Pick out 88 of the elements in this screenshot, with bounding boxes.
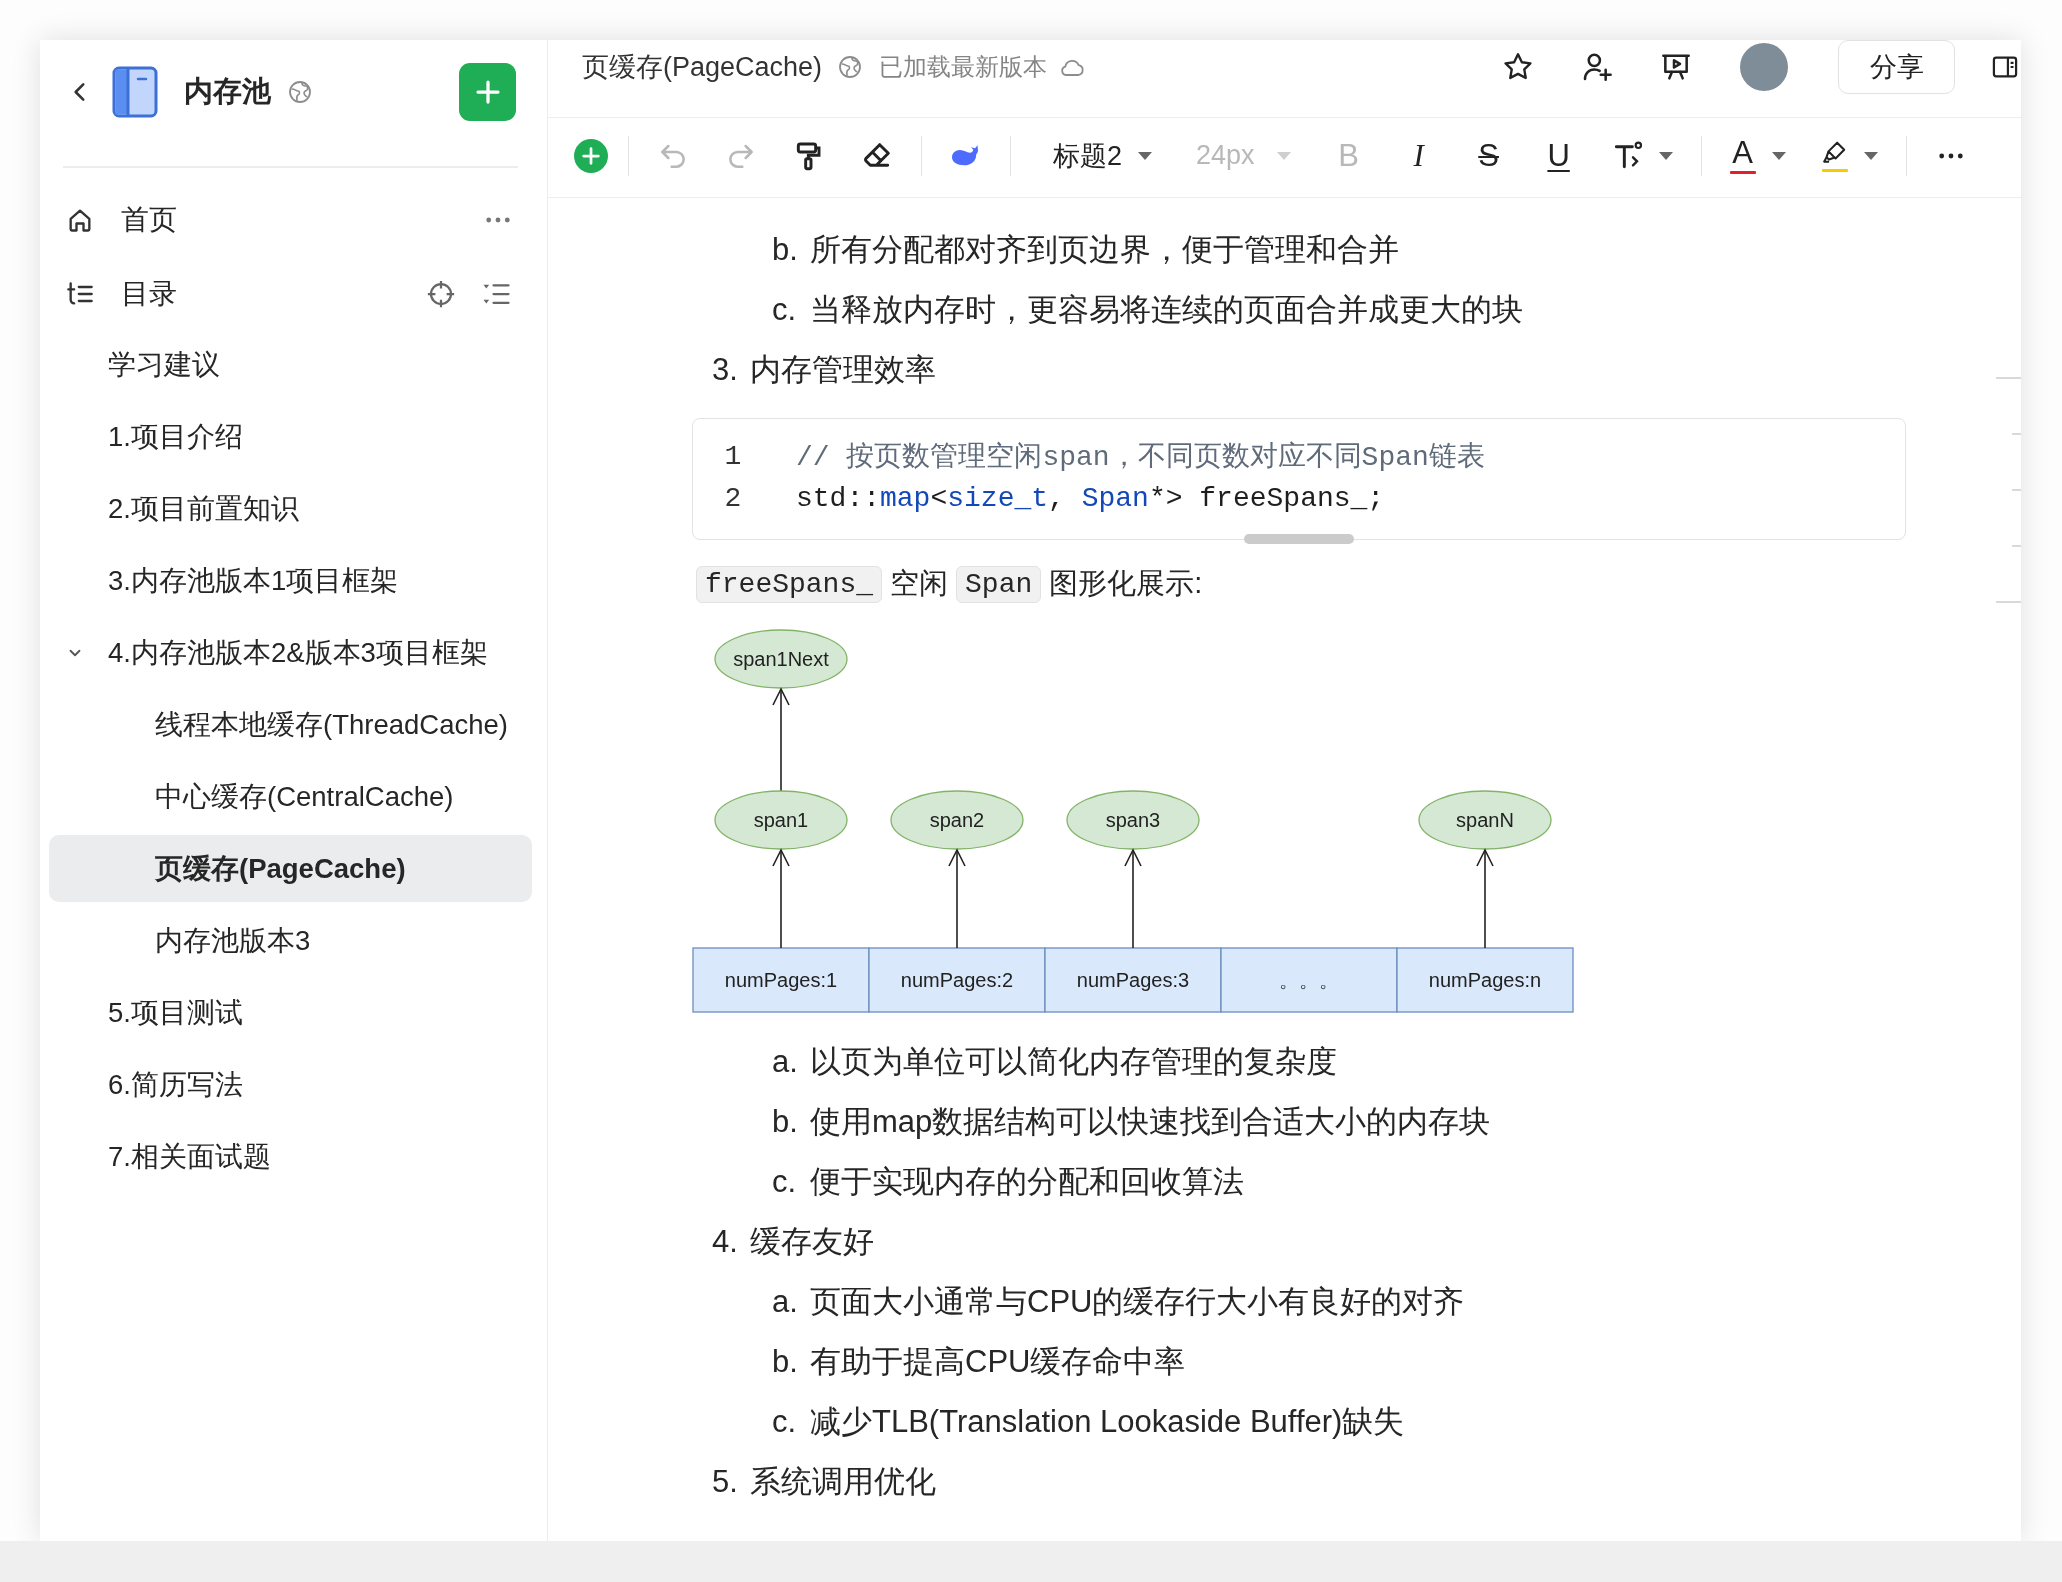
list-marker: 4. — [712, 1224, 739, 1260]
notebook-title: 内存池 — [184, 74, 271, 109]
caret-icon[interactable] — [1863, 151, 1878, 160]
color-swatch-icon[interactable] — [1729, 171, 1756, 174]
list-marker: 3. — [712, 352, 739, 388]
caret-icon[interactable] — [1658, 151, 1673, 160]
toc-item[interactable]: 2.项目前置知识 — [49, 475, 532, 542]
paragraph-text: 空闲 — [890, 566, 949, 601]
contents-link[interactable]: 目录 — [121, 275, 177, 312]
inline-code: freeSpans_ — [696, 565, 883, 603]
list-item-text: 使用map数据结构可以快速找到合适大小的内存块 — [810, 1103, 1491, 1141]
outline-marker[interactable] — [2012, 545, 2021, 547]
toc-item[interactable]: 内存池版本3 — [49, 907, 532, 974]
scrollbar-thumb[interactable] — [1244, 534, 1354, 544]
toc-item[interactable]: 学习建议 — [49, 331, 532, 398]
list-item-text: 所有分配都对齐到页边界，便于管理和合并 — [810, 231, 1399, 269]
font-color-dropdown[interactable]: A — [1721, 130, 1794, 181]
list-marker: a. — [772, 1284, 799, 1320]
plus-icon[interactable] — [580, 144, 602, 167]
strikethrough-button[interactable]: S — [1464, 130, 1513, 181]
outline-marker[interactable] — [1996, 377, 2021, 379]
paragraph-text: 图形化展示: — [1049, 566, 1203, 601]
span-node: span1Next — [714, 629, 848, 689]
list-item-text: 内存管理效率 — [750, 351, 936, 389]
list-item-text: 当释放内存时，更容易将连续的页面合并成更大的块 — [810, 291, 1523, 329]
list-marker: b. — [772, 1104, 799, 1140]
presentation-icon[interactable] — [1660, 51, 1692, 83]
span-node: span2 — [890, 790, 1024, 850]
notebook-icon — [112, 66, 158, 118]
list-marker: c. — [772, 1164, 798, 1200]
span-node: spanN — [1418, 790, 1552, 850]
toc-item[interactable]: 7.相关面试题 — [49, 1123, 532, 1190]
add-user-icon[interactable] — [1581, 51, 1613, 83]
outline-marker[interactable] — [1996, 601, 2021, 603]
toc-item[interactable]: 中心缓存(CentralCache) — [49, 763, 532, 830]
home-link[interactable]: 首页 — [121, 202, 177, 238]
globe-icon — [288, 80, 312, 104]
list-item-text: 以页为单位可以简化内存管理的复杂度 — [810, 1043, 1337, 1081]
globe-icon — [838, 55, 863, 79]
list-marker: c. — [772, 1404, 798, 1440]
code-line: std::map<size_t, Span*> freeSpans_; — [796, 482, 1385, 514]
list-marker: b. — [772, 1344, 799, 1380]
toc-item[interactable]: 1.项目介绍 — [49, 403, 532, 470]
insert-button[interactable] — [574, 138, 608, 173]
list-item-text: 缓存友好 — [750, 1223, 874, 1261]
document-title: 页缓存(PageCache) — [582, 51, 823, 84]
list-item-text: 便于实现内存的分配和回收算法 — [810, 1163, 1244, 1201]
page-count-cell: numPages:3 — [1044, 947, 1222, 1013]
span-node: span3 — [1066, 790, 1200, 850]
list-item-text: 减少TLB(Translation Lookaside Buffer)缺失 — [810, 1403, 1405, 1441]
add-button[interactable] — [459, 63, 516, 121]
highlighter-icon[interactable] — [1821, 139, 1848, 166]
user-avatar[interactable] — [1740, 43, 1788, 91]
span-node: span1 — [714, 790, 848, 850]
list-marker: c. — [772, 292, 798, 328]
underline-button[interactable]: U — [1534, 130, 1583, 181]
list-item-text: 系统调用优化 — [750, 1463, 936, 1501]
inline-code: Span — [956, 565, 1042, 603]
share-button[interactable]: 分享 — [1838, 40, 1955, 94]
page-count-cell: numPages:1 — [692, 947, 870, 1013]
italic-button[interactable]: I — [1394, 130, 1443, 181]
heading-style-dropdown[interactable]: 标题2 — [1031, 130, 1163, 181]
outline-marker[interactable] — [2012, 489, 2021, 491]
toc-item[interactable]: 3.内存池版本1项目框架 — [49, 547, 532, 614]
page-count-cell: numPages:n — [1396, 947, 1574, 1013]
toc-item[interactable]: 线程本地缓存(ThreadCache) — [49, 691, 532, 758]
more-icon[interactable] — [1937, 151, 1964, 160]
cloud-icon — [1059, 58, 1086, 76]
toc-item[interactable]: 6.简历写法 — [49, 1051, 532, 1118]
page-count-cell: 。。。 — [1220, 947, 1398, 1013]
toc-item[interactable]: 5.项目测试 — [49, 979, 532, 1046]
save-status-text: 已加载最新版本 — [879, 53, 1048, 82]
list-item-text: 页面大小通常与CPU的缓存行大小有良好的对齐 — [810, 1283, 1465, 1321]
line-number: 2 — [723, 482, 743, 514]
caret-icon[interactable] — [1138, 151, 1153, 160]
color-swatch-icon[interactable] — [1821, 168, 1848, 172]
list-marker: a. — [772, 1044, 799, 1080]
toc-item[interactable]: 4.内存池版本2&版本3项目框架 — [49, 619, 532, 686]
list-marker: 5. — [712, 1464, 739, 1500]
code-line: // 按页数管理空闲span，不同页数对应不同Span链表 — [796, 440, 1485, 475]
caret-icon[interactable] — [1771, 151, 1786, 160]
outline-marker[interactable] — [2012, 433, 2021, 435]
page-count-cell: numPages:2 — [868, 947, 1046, 1013]
list-marker: b. — [772, 232, 799, 268]
toc-item[interactable]: 页缓存(PageCache) — [49, 835, 532, 902]
crosshair-icon[interactable] — [426, 278, 456, 309]
list-item-text: 有助于提高CPU缓存命中率 — [810, 1343, 1186, 1381]
line-number: 1 — [723, 440, 743, 472]
